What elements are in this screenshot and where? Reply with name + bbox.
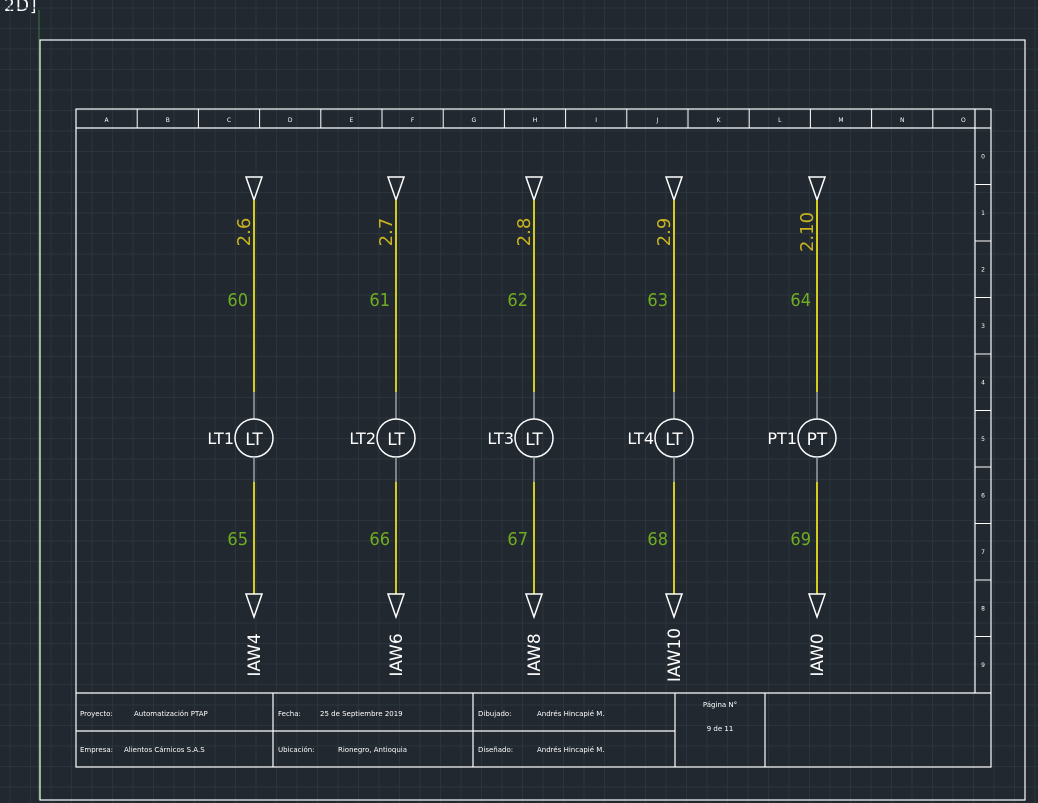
- column-header: H: [533, 117, 538, 124]
- column-header: L: [778, 117, 782, 124]
- column-header: N: [900, 117, 905, 124]
- disenado-value: Andrés Hincapié M.: [537, 746, 605, 754]
- row-header: 1: [981, 210, 985, 217]
- column-headers: A B C D E F G H I J K L M N O: [105, 109, 966, 128]
- wire-number-bottom: 65: [227, 529, 248, 550]
- empresa-label: Empresa:: [80, 746, 113, 754]
- cad-drawing-canvas[interactable]: ABCDEFGHIJKLMNO 0123456789 2.660LTLT165I…: [0, 0, 1038, 803]
- analog-input-address: IAW10: [665, 628, 685, 682]
- instrument-symbol: PT: [807, 430, 828, 450]
- instrument-tag: LT1: [207, 429, 234, 448]
- column-header: K: [717, 117, 722, 124]
- ubicacion-value: Rionegro, Antioquia: [338, 746, 407, 754]
- column-header: F: [411, 117, 415, 124]
- column-header: I: [595, 117, 597, 124]
- instrument-tag: LT3: [487, 429, 514, 448]
- wire-number-bottom: 67: [507, 529, 528, 550]
- instrument-loop[interactable]: 2.9 63 LT LT4 68 IAW10: [627, 176, 694, 682]
- wire-number-bottom: 66: [369, 529, 390, 550]
- wire-number-top: 61: [369, 290, 390, 311]
- terminal-down-triangle-icon: [664, 593, 684, 620]
- row-header: 4: [981, 379, 985, 386]
- plc-address: 2.6: [234, 218, 255, 247]
- drafting-grid: [0, 0, 1038, 803]
- terminal-down-triangle-icon: [524, 176, 544, 203]
- column-header: B: [166, 117, 170, 124]
- instrument-symbol: LT: [525, 430, 543, 450]
- wire-number-top: 63: [647, 290, 668, 311]
- proyecto-label: Proyecto:: [80, 710, 113, 718]
- column-header: M: [838, 117, 843, 124]
- column-header: E: [350, 117, 354, 124]
- instrument-symbol: LT: [665, 430, 683, 450]
- ubicacion-label: Ubicación:: [278, 746, 315, 754]
- analog-input-address: IAW8: [525, 633, 545, 676]
- instrument-loop[interactable]: 2.7 61 LT LT2 66 IAW6: [349, 176, 416, 677]
- instrument-symbol: LT: [387, 430, 405, 450]
- wire-number-bottom: 69: [790, 529, 811, 550]
- row-header: 0: [981, 153, 985, 160]
- wire-number-top: 60: [227, 290, 248, 311]
- fecha-label: Fecha:: [278, 710, 301, 718]
- column-header: O: [961, 117, 966, 124]
- plc-address: 2.8: [514, 218, 535, 247]
- row-header: 9: [981, 662, 985, 669]
- sheet-border: [39, 39, 1026, 801]
- row-header: 3: [981, 323, 985, 330]
- terminal-down-triangle-icon: [524, 593, 544, 620]
- empresa-value: Alientos Cárnicos S.A.S: [124, 746, 205, 754]
- instrument-loops: 2.6 60 LT LT1 65 IAW4 2.7 61 LT LT2 66 IAW6 2.8 62 LT L…: [207, 176, 837, 682]
- instrument-tag: LT4: [627, 429, 654, 448]
- instrument-symbol: LT: [245, 430, 263, 450]
- terminal-down-triangle-icon: [244, 176, 264, 203]
- terminal-down-triangle-icon: [244, 593, 264, 620]
- analog-input-address: IAW4: [245, 633, 265, 676]
- column-header: G: [471, 117, 476, 124]
- pagina-label: Página N°: [703, 701, 737, 709]
- terminal-down-triangle-icon: [664, 176, 684, 203]
- row-header: 2: [981, 266, 985, 273]
- row-headers: 0 1 2 3 4 5 6 7 8 9: [975, 153, 991, 669]
- plc-address: 2.10: [797, 212, 818, 252]
- analog-input-address: IAW0: [808, 633, 828, 676]
- terminal-down-triangle-icon: [807, 593, 827, 620]
- row-header: 5: [981, 436, 985, 443]
- pagina-value: 9 de 11: [707, 725, 734, 733]
- instrument-loop[interactable]: 2.6 60 LT LT1 65 IAW4: [207, 176, 274, 677]
- row-header: 6: [981, 492, 985, 499]
- column-header: D: [288, 117, 293, 124]
- fecha-value: 25 de Septiembre 2019: [320, 710, 403, 718]
- analog-input-address: IAW6: [387, 633, 407, 676]
- row-header: 7: [981, 549, 985, 556]
- plc-address: 2.7: [376, 218, 397, 247]
- column-header: A: [105, 117, 110, 124]
- dibujado-label: Dibujado:: [478, 710, 512, 718]
- column-header: C: [227, 117, 231, 124]
- instrument-tag: LT2: [349, 429, 376, 448]
- dibujado-value: Andrés Hincapié M.: [537, 710, 605, 718]
- column-header: J: [656, 117, 659, 124]
- wire-number-top: 62: [507, 290, 528, 311]
- terminal-down-triangle-icon: [386, 593, 406, 620]
- instrument-loop[interactable]: 2.10 64 PT PT1 69 IAW0: [767, 176, 837, 677]
- terminal-down-triangle-icon: [807, 176, 827, 203]
- wire-number-bottom: 68: [647, 529, 668, 550]
- row-header: 8: [981, 605, 985, 612]
- title-block: Proyecto: Automatización PTAP Empresa: A…: [76, 692, 991, 767]
- disenado-label: Diseñado:: [478, 746, 513, 754]
- plc-address: 2.9: [654, 218, 675, 247]
- terminal-down-triangle-icon: [386, 176, 406, 203]
- proyecto-value: Automatización PTAP: [134, 710, 208, 718]
- instrument-tag: PT1: [767, 429, 797, 448]
- wire-number-top: 64: [790, 290, 811, 311]
